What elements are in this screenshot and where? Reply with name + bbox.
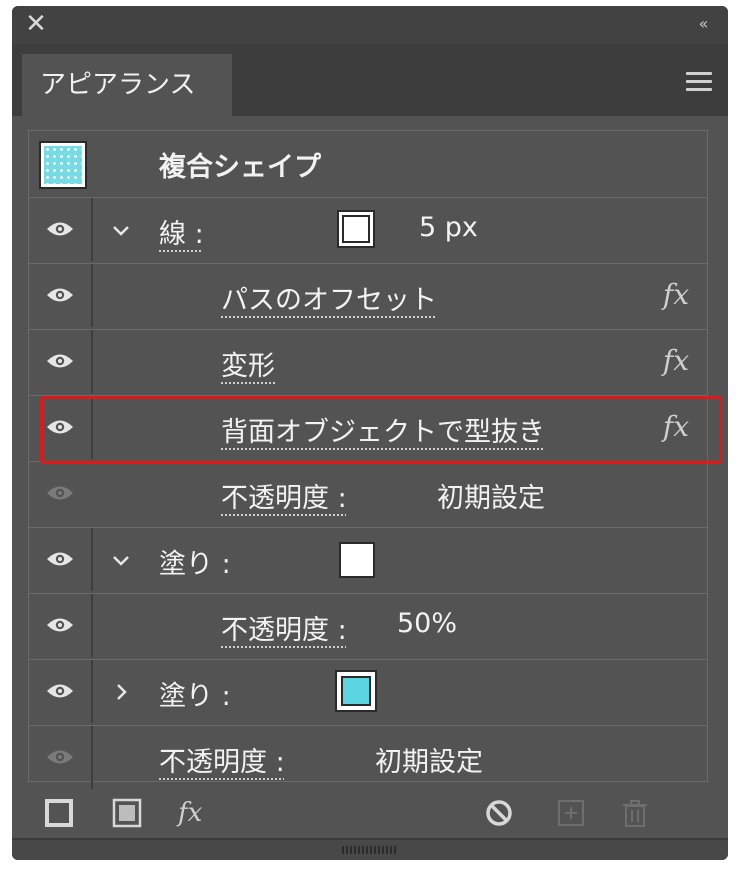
- fill-row-white[interactable]: 塗り :: [29, 527, 707, 591]
- eye-icon[interactable]: [45, 616, 75, 634]
- effect-row-transform[interactable]: 変形 fx: [29, 329, 707, 393]
- fill-color-swatch[interactable]: [339, 542, 375, 578]
- fx-icon[interactable]: fx: [663, 278, 689, 311]
- fill-label[interactable]: 塗り :: [159, 674, 231, 713]
- object-thumbnail: [39, 141, 87, 189]
- add-stroke-icon[interactable]: [44, 798, 74, 828]
- eye-icon[interactable]: [45, 682, 75, 700]
- opacity-value: 初期設定: [437, 483, 545, 514]
- effect-row-subtract-back[interactable]: 背面オブジェクトで型抜き fx: [29, 395, 707, 459]
- effect-label[interactable]: 変形: [221, 344, 275, 383]
- opacity-label[interactable]: 不透明度 :: [221, 608, 347, 647]
- chevron-right-icon[interactable]: [109, 680, 133, 704]
- effect-label[interactable]: 背面オブジェクトで型抜き: [221, 410, 545, 449]
- eye-icon[interactable]: [45, 286, 75, 304]
- fill-color-swatch[interactable]: [335, 670, 377, 712]
- resize-grip[interactable]: [342, 846, 398, 854]
- opacity-label[interactable]: 不透明度 :: [221, 476, 347, 515]
- eye-icon-dimmed[interactable]: [45, 748, 75, 766]
- trash-icon[interactable]: [620, 798, 650, 828]
- panel-menu-icon[interactable]: [686, 72, 712, 92]
- fx-icon[interactable]: fx: [663, 410, 689, 443]
- fill-row-cyan[interactable]: 塗り :: [29, 659, 707, 723]
- object-title: 複合シェイプ: [159, 152, 321, 183]
- header-row[interactable]: 複合シェイプ: [29, 131, 707, 195]
- collapse-panel-icon[interactable]: ‹‹: [690, 14, 714, 34]
- eye-icon[interactable]: [45, 550, 75, 568]
- eye-icon[interactable]: [45, 220, 75, 238]
- opacity-value[interactable]: 50%: [397, 608, 457, 639]
- effect-label[interactable]: パスのオフセット: [221, 278, 437, 317]
- add-effect-icon[interactable]: fx: [178, 798, 218, 828]
- opacity-row[interactable]: 不透明度 : 50%: [29, 593, 707, 657]
- chevron-down-icon[interactable]: [109, 218, 133, 242]
- close-icon[interactable]: ✕: [24, 11, 48, 37]
- opacity-row[interactable]: 不透明度 : 初期設定: [29, 461, 707, 525]
- panel-footer: [12, 838, 728, 860]
- bottom-toolbar: fx: [12, 786, 728, 844]
- object-opacity-row[interactable]: 不透明度 : 初期設定: [29, 725, 707, 789]
- tab-appearance[interactable]: アピアランス: [22, 54, 232, 116]
- eye-icon[interactable]: [45, 418, 75, 436]
- tab-bar: アピアランス: [12, 44, 728, 116]
- appearance-panel: ✕ ‹‹ アピアランス 複合シェイプ 線 : 5 px パスのオフセット fx: [12, 6, 728, 860]
- stroke-color-swatch[interactable]: [337, 210, 375, 248]
- opacity-label[interactable]: 不透明度 :: [159, 740, 285, 779]
- opacity-value: 初期設定: [375, 747, 483, 778]
- stroke-weight-value[interactable]: 5 px: [419, 212, 478, 243]
- eye-icon-dimmed[interactable]: [45, 484, 75, 502]
- effect-row-offset-path[interactable]: パスのオフセット fx: [29, 263, 707, 327]
- eye-icon[interactable]: [45, 352, 75, 370]
- fill-label[interactable]: 塗り :: [159, 542, 231, 581]
- panel-titlebar: ✕ ‹‹: [12, 6, 728, 44]
- stroke-label[interactable]: 線 :: [159, 212, 204, 251]
- add-fill-icon[interactable]: [112, 798, 142, 828]
- clear-appearance-icon[interactable]: [484, 798, 514, 828]
- duplicate-item-icon[interactable]: [556, 798, 586, 828]
- appearance-list: 複合シェイプ 線 : 5 px パスのオフセット fx 変形 fx 背面オブジェ…: [28, 130, 708, 789]
- stroke-row[interactable]: 線 : 5 px: [29, 197, 707, 261]
- fx-icon[interactable]: fx: [663, 344, 689, 377]
- chevron-down-icon[interactable]: [109, 548, 133, 572]
